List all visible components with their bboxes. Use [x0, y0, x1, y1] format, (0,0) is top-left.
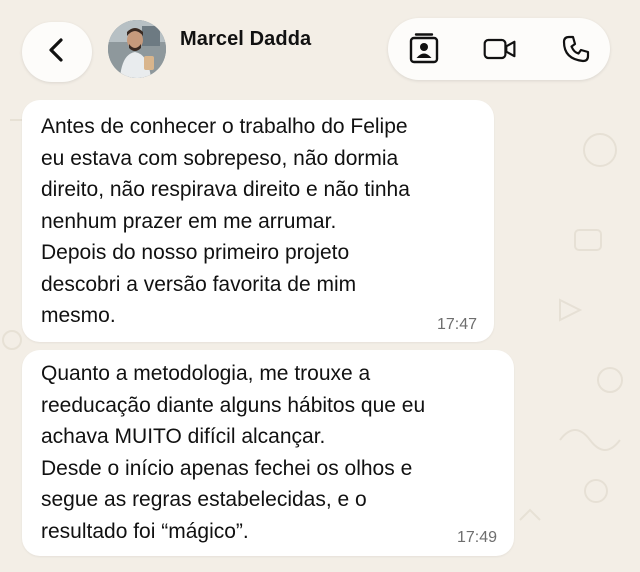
phone-call-icon[interactable] — [558, 31, 594, 67]
back-button[interactable] — [22, 22, 92, 82]
chevron-left-icon — [46, 37, 68, 68]
contact-card-icon[interactable] — [406, 31, 442, 67]
avatar[interactable] — [108, 20, 166, 78]
message-bubble[interactable]: Quanto a metodologia, me trouxe a reeduc… — [22, 350, 514, 556]
message-timestamp: 17:47 — [436, 316, 477, 333]
contact-name[interactable]: Marcel Dadda — [180, 28, 311, 51]
message-timestamp: 17:49 — [456, 529, 497, 546]
message-text: Antes de conhecer o trabalho do Felipe e… — [41, 115, 410, 327]
message-bubble[interactable]: Antes de conhecer o trabalho do Felipe e… — [22, 100, 494, 342]
chat-header: Marcel Dadda — [0, 0, 640, 100]
message-text: Quanto a metodologia, me trouxe a reeduc… — [41, 362, 426, 543]
header-actions — [388, 18, 610, 80]
video-call-icon[interactable] — [482, 31, 518, 67]
